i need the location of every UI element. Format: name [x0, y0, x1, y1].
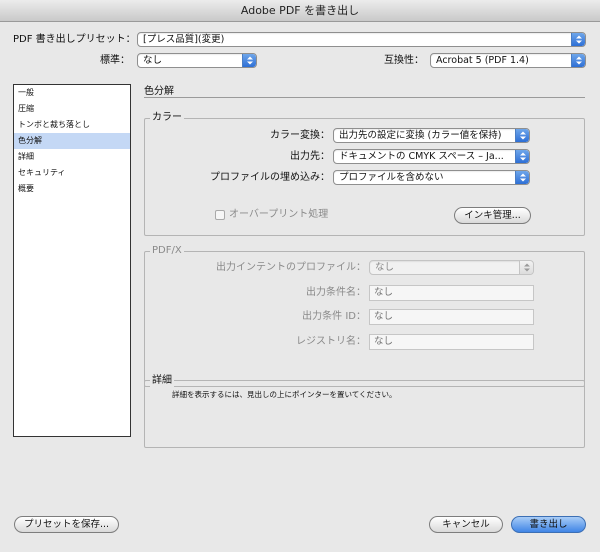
- profile-inclusion-select[interactable]: プロファイルを含めない: [333, 170, 530, 185]
- destination-select[interactable]: ドキュメントの CMYK スペース – Ja...: [333, 149, 530, 164]
- color-conversion-value: 出力先の設定に変換 (カラー値を保持): [339, 130, 502, 141]
- sidebar-item-general[interactable]: 一般: [14, 85, 130, 101]
- standard-select[interactable]: なし: [137, 53, 257, 68]
- destination-label: 出力先：: [290, 151, 330, 162]
- overprint-label: オーバープリント処理: [229, 209, 329, 220]
- output-intent-value: なし: [375, 262, 395, 273]
- up-down-arrows-icon: [571, 54, 585, 67]
- sidebar-item-summary[interactable]: 概要: [14, 181, 130, 197]
- output-intent-label: 出力インテントのプロファイル：: [216, 262, 366, 273]
- sidebar-item-output[interactable]: 色分解: [14, 133, 130, 149]
- up-down-arrows-icon: [515, 171, 529, 184]
- destination-value: ドキュメントの CMYK スペース – Ja...: [339, 151, 504, 162]
- section-title: 色分解: [144, 86, 174, 97]
- sidebar-item-security[interactable]: セキュリティ: [14, 165, 130, 181]
- export-button[interactable]: 書き出し: [511, 516, 586, 533]
- save-preset-button[interactable]: プリセットを保存...: [14, 516, 119, 533]
- details-text: 詳細を表示するには、見出しの上にポインターを置いてください。: [172, 390, 397, 399]
- compat-value: Acrobat 5 (PDF 1.4): [436, 55, 529, 66]
- window-title: Adobe PDF を書き出し: [0, 0, 600, 22]
- sidebar-item-compression[interactable]: 圧縮: [14, 101, 130, 117]
- condition-id-field[interactable]: なし: [369, 309, 534, 325]
- ink-manager-button[interactable]: インキ管理...: [454, 207, 531, 224]
- compat-select[interactable]: Acrobat 5 (PDF 1.4): [430, 53, 586, 68]
- up-down-arrows-icon: [519, 261, 533, 274]
- preset-value: [プレス品質](変更): [143, 34, 225, 45]
- sidebar-item-advanced[interactable]: 詳細: [14, 149, 130, 165]
- registry-name-label: レジストリ名：: [296, 336, 366, 347]
- section-divider: [144, 97, 585, 98]
- cancel-button[interactable]: キャンセル: [429, 516, 503, 533]
- condition-name-label: 出力条件名：: [306, 287, 366, 298]
- condition-name-field[interactable]: なし: [369, 285, 534, 301]
- overprint-checkbox[interactable]: [215, 210, 225, 220]
- registry-name-field[interactable]: なし: [369, 334, 534, 350]
- color-conversion-label: カラー変換：: [270, 130, 330, 141]
- compat-label: 互換性：: [384, 55, 424, 66]
- standard-value: なし: [143, 55, 163, 66]
- sidebar-item-marks-bleeds[interactable]: トンボと裁ち落とし: [14, 117, 130, 133]
- standard-label: 標準：: [100, 55, 130, 66]
- up-down-arrows-icon: [571, 33, 585, 46]
- up-down-arrows-icon: [242, 54, 256, 67]
- category-sidebar: 一般 圧縮 トンボと裁ち落とし 色分解 詳細 セキュリティ 概要: [13, 84, 131, 437]
- up-down-arrows-icon: [515, 129, 529, 142]
- preset-label: PDF 書き出しプリセット：: [13, 34, 136, 45]
- pdfx-group-title: PDF/X: [150, 245, 184, 257]
- output-intent-select[interactable]: なし: [369, 260, 534, 275]
- condition-id-label: 出力条件 ID：: [302, 311, 366, 322]
- profile-inclusion-value: プロファイルを含めない: [339, 172, 444, 183]
- preset-select[interactable]: [プレス品質](変更): [137, 32, 586, 47]
- details-group-title: 詳細: [150, 375, 174, 387]
- color-group-title: カラー: [150, 112, 184, 124]
- profile-inclusion-label: プロファイルの埋め込み：: [210, 172, 330, 183]
- export-pdf-dialog: PDF 書き出しプリセット： [プレス品質](変更) 標準： なし 互換性： A…: [0, 22, 600, 552]
- color-conversion-select[interactable]: 出力先の設定に変換 (カラー値を保持): [333, 128, 530, 143]
- up-down-arrows-icon: [515, 150, 529, 163]
